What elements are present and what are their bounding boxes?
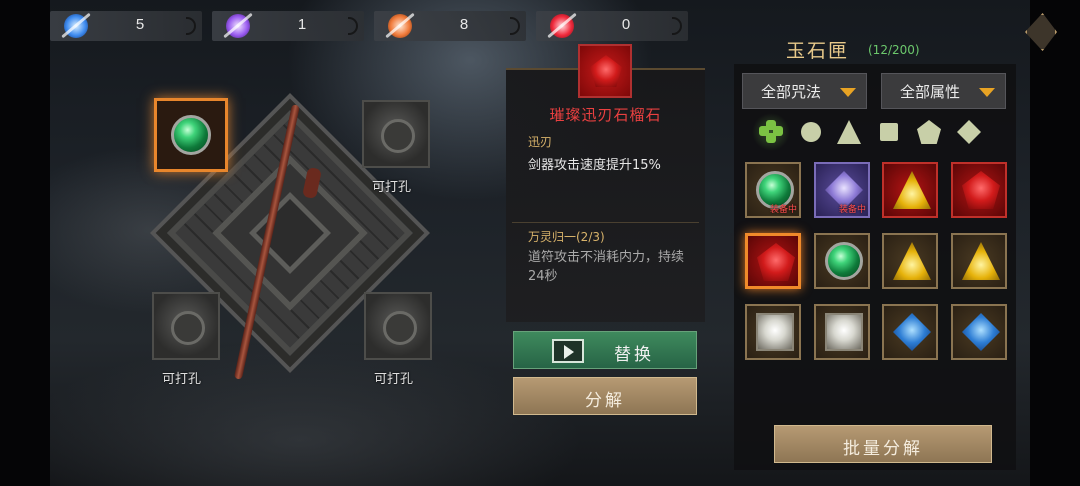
- inventory-slot[interactable]: [882, 304, 938, 360]
- currency-purple-value: 1: [297, 16, 307, 33]
- blue-diamond-gem-icon: [893, 313, 931, 351]
- inventory-slot[interactable]: [882, 162, 938, 218]
- gem-detail-icon: [578, 44, 632, 98]
- swirl-ornament-icon: [672, 17, 682, 35]
- inventory-slot[interactable]: [951, 162, 1007, 218]
- equipped-tag: 装备中: [838, 205, 866, 215]
- socket-top-left-filled[interactable]: [154, 98, 228, 172]
- right-letterbox: [1030, 0, 1080, 486]
- gem-box-title: 玉石匣: [786, 40, 850, 62]
- beast-face-icon: [383, 311, 417, 345]
- attribute-filter-label: 全部属性: [900, 83, 961, 101]
- spell-filter-dropdown[interactable]: 全部咒法: [742, 73, 867, 109]
- gem-detail-panel: 璀璨迅刃石榴石 迅刃 剑器攻击速度提升15% 万灵归一(2/3) 道符攻击不消耗…: [506, 68, 705, 322]
- gem-box-count: (12/200): [868, 43, 920, 57]
- socket-top-right[interactable]: [362, 100, 430, 168]
- gem-effect-title: 迅刃: [528, 135, 553, 149]
- replace-button[interactable]: 替换: [513, 331, 697, 369]
- attribute-filter-dropdown[interactable]: 全部属性: [881, 73, 1006, 109]
- chevron-down-icon: [979, 88, 995, 97]
- set-bonus-desc: 道符攻击不消耗内力，持续24秒: [528, 250, 685, 284]
- inventory-slot[interactable]: 装备中: [814, 162, 870, 218]
- currency-blue: 5: [50, 11, 202, 41]
- gem-name: 璀璨迅刃石榴石: [549, 106, 662, 124]
- beast-face-icon: [171, 311, 205, 345]
- currency-orange-value: 8: [459, 16, 469, 33]
- inventory-slot[interactable]: 装备中: [745, 162, 801, 218]
- red-spirit-orb-icon: [550, 14, 574, 38]
- swirl-ornament-icon: [348, 17, 358, 35]
- divider: [512, 222, 699, 223]
- green-gem-icon: [825, 242, 863, 280]
- batch-decompose-button[interactable]: 批量分解: [774, 425, 992, 463]
- inventory-slot[interactable]: [814, 304, 870, 360]
- spell-filter-label: 全部咒法: [761, 83, 822, 101]
- equipped-tag: 装备中: [769, 205, 797, 215]
- purple-spirit-orb-icon: [226, 14, 250, 38]
- set-bonus-title: 万灵归一(2/3): [528, 230, 605, 244]
- gem-effect-desc: 剑器攻击速度提升15%: [528, 158, 661, 173]
- inventory-slot[interactable]: [951, 304, 1007, 360]
- socket-bottom-right-label: 可打孔: [374, 372, 414, 387]
- filter-all-cell-bottom: [766, 133, 776, 143]
- replace-button-label: 替换: [614, 345, 654, 365]
- currency-red: 0: [536, 11, 688, 41]
- inventory-slot[interactable]: [882, 233, 938, 289]
- batch-decompose-label: 批量分解: [843, 439, 923, 459]
- socket-bottom-right[interactable]: [364, 292, 432, 360]
- yellow-triangle-gem-icon: [962, 242, 1000, 280]
- socket-top-right-label: 可打孔: [372, 180, 412, 195]
- yellow-triangle-gem-icon: [893, 242, 931, 280]
- filter-square-icon[interactable]: [880, 123, 898, 141]
- orange-spirit-orb-icon: [388, 14, 412, 38]
- left-letterbox: [0, 0, 50, 486]
- currency-orange: 8: [374, 11, 526, 41]
- white-square-gem-icon: [756, 313, 794, 351]
- currency-blue-value: 5: [135, 16, 145, 33]
- white-square-gem-icon: [825, 313, 863, 351]
- inventory-slot[interactable]: [814, 233, 870, 289]
- currency-purple: 1: [212, 11, 364, 41]
- filter-all-shapes-icon[interactable]: [759, 120, 783, 144]
- red-pentagon-gem-icon: [757, 243, 795, 281]
- socket-bottom-left-label: 可打孔: [162, 372, 202, 387]
- video-play-icon: [552, 339, 584, 363]
- decompose-button[interactable]: 分解: [513, 377, 697, 415]
- swirl-ornament-icon: [186, 17, 196, 35]
- chevron-down-icon: [840, 88, 856, 97]
- inventory-slot[interactable]: [951, 233, 1007, 289]
- filter-circle-icon[interactable]: [801, 122, 821, 142]
- blue-spirit-orb-icon: [64, 14, 88, 38]
- red-pentagon-gem-icon: [590, 55, 622, 87]
- blue-diamond-gem-icon: [962, 313, 1000, 351]
- inventory-slot-selected[interactable]: [745, 233, 801, 289]
- inventory-slot[interactable]: [745, 304, 801, 360]
- currency-red-value: 0: [621, 16, 631, 33]
- green-gem-icon: [171, 115, 211, 155]
- red-pentagon-gem-icon: [962, 171, 1000, 209]
- yellow-triangle-gem-icon: [893, 171, 931, 209]
- decompose-button-label: 分解: [585, 391, 625, 411]
- beast-face-icon: [381, 119, 415, 153]
- socket-bottom-left[interactable]: [152, 292, 220, 360]
- swirl-ornament-icon: [510, 17, 520, 35]
